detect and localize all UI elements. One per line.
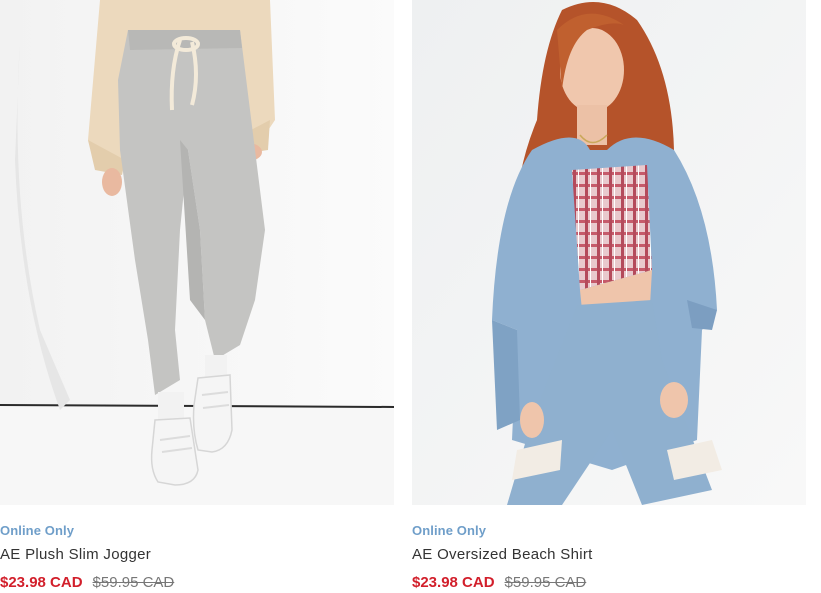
original-price: $59.95 CAD bbox=[504, 574, 587, 591]
product-name-link[interactable]: AE Plush Slim Jogger bbox=[0, 546, 151, 563]
product-card: Online Only AE Plush Slim Jogger $23.98 … bbox=[0, 0, 394, 591]
online-only-badge: Online Only bbox=[0, 523, 75, 538]
price-row: $23.98 CAD $59.95 CAD bbox=[0, 574, 174, 591]
sale-price: $23.98 CAD bbox=[0, 574, 83, 591]
product-image-jogger[interactable] bbox=[0, 0, 394, 505]
original-price: $59.95 CAD bbox=[92, 574, 175, 591]
product-name-link[interactable]: AE Oversized Beach Shirt bbox=[412, 546, 593, 563]
product-card: Online Only AE Oversized Beach Shirt $23… bbox=[412, 0, 806, 591]
product-image-beach-shirt[interactable] bbox=[412, 0, 806, 505]
price-row: $23.98 CAD $59.95 CAD bbox=[412, 574, 586, 591]
online-only-badge: Online Only bbox=[412, 523, 487, 538]
sale-price: $23.98 CAD bbox=[412, 574, 495, 591]
